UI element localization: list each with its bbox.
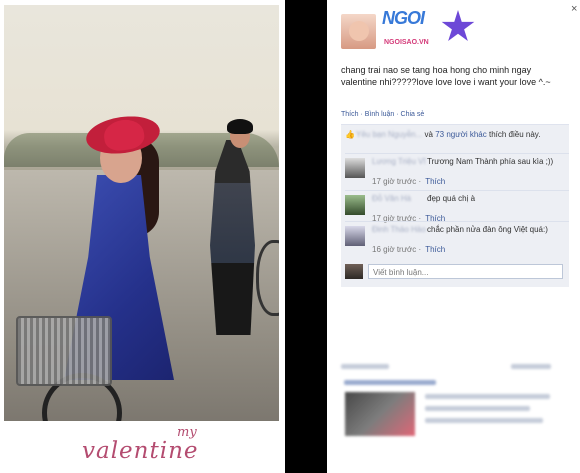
comment-time: 16 giờ trước · <box>372 245 422 254</box>
likes-count-link[interactable]: 73 người khác <box>435 130 487 139</box>
comment-author[interactable]: Đỗ Văn Hà <box>372 194 427 203</box>
blurred-line <box>425 394 550 399</box>
blurred-related-posts <box>341 358 571 473</box>
comment-body: đẹp quá chị à <box>427 194 476 203</box>
blurred-line <box>425 406 530 411</box>
background-bicycle <box>256 240 279 316</box>
comment-item: Lương Triệu Vĩ Trương Nam Thành phía sau… <box>345 153 569 191</box>
man-figure <box>210 140 255 335</box>
feedback-panel: 👍 Yêu bạn Nguyễn... và 73 người khác thí… <box>341 124 569 287</box>
current-user-avatar <box>345 264 363 279</box>
comment-body: Trương Nam Thành phía sau kìa ;)) <box>427 157 554 166</box>
liker-name[interactable]: Yêu bạn Nguyễn... <box>356 130 422 139</box>
comment-author[interactable]: Lương Triệu Vĩ <box>372 157 427 166</box>
comment-avatar[interactable] <box>345 226 365 246</box>
ngoisao-url[interactable]: NGOISAO.VN <box>384 39 429 46</box>
comment-like-link[interactable]: Thích <box>425 245 445 254</box>
comment-meta: 17 giờ trước · Thích <box>372 177 445 186</box>
comment-item: Đinh Thảo Hảo chắc phần nửa đàn ông Việt… <box>345 221 569 259</box>
valentine-photo <box>4 5 279 421</box>
write-comment-input[interactable]: Viết bình luận... <box>368 264 563 279</box>
comment-meta: 16 giờ trước · Thích <box>372 245 445 254</box>
close-icon[interactable]: × <box>571 3 577 15</box>
likes-joiner: và <box>424 130 433 139</box>
post-actions[interactable]: Thích · Bình luận · Chia sẻ <box>341 111 424 118</box>
blurred-line <box>425 418 543 423</box>
blurred-heading <box>341 364 389 369</box>
caption-valentine: valentine <box>82 438 199 464</box>
comment-author[interactable]: Đinh Thảo Hảo <box>372 225 427 234</box>
photo-caption: my valentine <box>60 425 280 467</box>
blurred-title <box>344 380 436 385</box>
man-hair <box>227 119 253 134</box>
profile-avatar[interactable] <box>341 14 376 49</box>
likes-text: Yêu bạn Nguyễn... và 73 người khác thích… <box>356 129 568 140</box>
viewer-divider <box>285 0 327 473</box>
comment-like-link[interactable]: Thích <box>425 177 445 186</box>
comment-body: chắc phần nửa đàn ông Việt quá:) <box>427 225 548 234</box>
comment-avatar[interactable] <box>345 195 365 215</box>
post-text: chang trai nao se tang hoa hong cho minh… <box>341 65 551 87</box>
facebook-post-pane: × NGOI NGOISAO.VN chang trai nao se tang… <box>327 0 580 473</box>
comment-time: 17 giờ trước · <box>372 177 422 186</box>
bicycle-basket <box>16 316 112 386</box>
avatar-face <box>349 21 369 41</box>
blurred-thumbnail <box>345 392 415 436</box>
comment-avatar[interactable] <box>345 158 365 178</box>
photo-pane: my valentine <box>0 0 285 473</box>
thumbs-up-icon: 👍 <box>345 130 355 139</box>
blurred-action <box>511 364 551 369</box>
likes-suffix: thích điều này. <box>488 130 541 139</box>
